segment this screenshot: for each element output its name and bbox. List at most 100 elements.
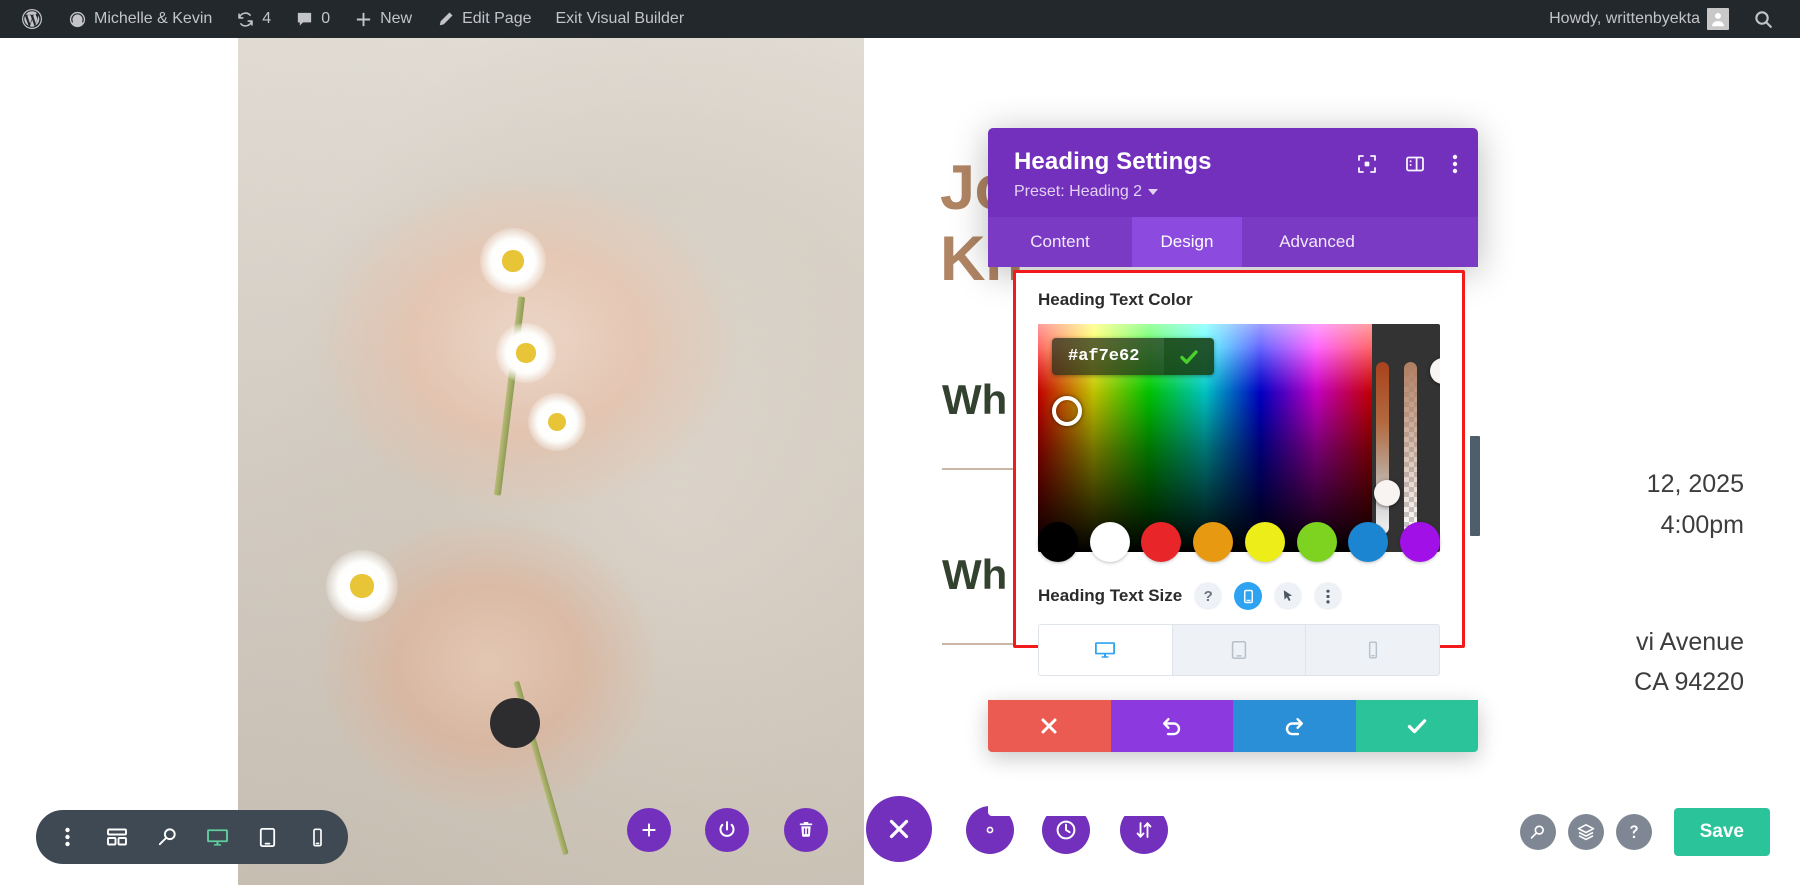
swatch-green[interactable]	[1296, 522, 1337, 562]
color-picker-handle[interactable]	[1052, 396, 1082, 426]
tab-design[interactable]: Design	[1132, 217, 1242, 267]
cancel-button[interactable]	[988, 700, 1111, 752]
cursor-icon	[1284, 590, 1293, 601]
color-picker-saturation-area[interactable]: #af7e62	[1038, 324, 1372, 552]
hue-slider-knob[interactable]	[1374, 480, 1400, 506]
comments-menu[interactable]: 0	[283, 0, 342, 38]
help-button[interactable]	[1615, 814, 1652, 850]
wireframe-view-icon[interactable]	[94, 814, 140, 860]
site-name-menu[interactable]: Michelle & Kevin	[56, 0, 224, 38]
device-phone[interactable]	[1306, 625, 1439, 675]
swatch-white[interactable]	[1089, 522, 1130, 562]
new-content-label: New	[380, 10, 413, 27]
zoom-out-view-icon[interactable]	[144, 814, 190, 860]
preset-label: Preset: Heading 2	[1014, 183, 1143, 200]
hex-confirm-button[interactable]	[1164, 338, 1214, 375]
device-tabs	[1038, 624, 1440, 676]
heading-text-color-label: Heading Text Color	[1038, 290, 1193, 309]
more-options-icon[interactable]	[44, 814, 90, 860]
wp-admin-bar: Michelle & Kevin 4 0 New Edit Page Exit …	[0, 0, 1800, 38]
save-button[interactable]: Save	[1673, 808, 1770, 856]
photo-shading	[238, 38, 864, 885]
layers-button[interactable]	[1567, 814, 1604, 850]
save-settings-button[interactable]	[1355, 700, 1478, 752]
edit-page-link[interactable]: Edit Page	[424, 0, 543, 38]
hue-slider[interactable]	[1374, 362, 1400, 534]
more-options-icon[interactable]	[1452, 153, 1458, 175]
more-button[interactable]	[1314, 582, 1343, 610]
focus-module-icon[interactable]	[1356, 153, 1378, 175]
event-street: vi Avenue	[1636, 628, 1744, 656]
undo-button[interactable]	[1110, 700, 1233, 752]
my-account-menu[interactable]: Howdy, writtenbyekta	[1537, 0, 1741, 38]
swatch-blue[interactable]	[1348, 522, 1389, 562]
checkmark-icon	[1407, 719, 1426, 734]
exit-visual-builder-link[interactable]: Exit Visual Builder	[544, 0, 697, 38]
tablet-view-icon[interactable]	[244, 814, 290, 860]
comments-count: 0	[321, 10, 331, 27]
close-menu-button[interactable]	[866, 796, 932, 862]
device-desktop[interactable]	[1039, 625, 1173, 675]
builder-view-toolbar	[36, 810, 348, 864]
more-options-icon	[1326, 589, 1330, 603]
revisions-menu[interactable]: 4	[224, 0, 283, 38]
add-module-button[interactable]	[627, 808, 671, 852]
chevron-down-icon	[1148, 189, 1159, 195]
wedding-ring	[490, 698, 540, 748]
redo-icon	[1286, 718, 1304, 736]
alpha-slider[interactable]	[1404, 358, 1440, 534]
swatch-black[interactable]	[1038, 522, 1078, 562]
swatch-purple[interactable]	[1399, 522, 1440, 562]
hex-input-group[interactable]: #af7e62	[1052, 338, 1214, 375]
heading-settings-modal: Heading Settings Preset: Heading 2 Conte…	[988, 128, 1478, 816]
desktop-view-icon[interactable]	[194, 814, 240, 860]
desktop-icon	[1095, 642, 1116, 658]
hover-button[interactable]	[1274, 582, 1303, 610]
avatar	[1707, 8, 1729, 30]
tablet-icon	[1231, 640, 1247, 660]
pencil-icon	[436, 10, 455, 29]
swatch-orange[interactable]	[1193, 522, 1234, 562]
help-button[interactable]: ?	[1194, 582, 1223, 610]
wp-logo-menu[interactable]	[8, 0, 56, 38]
toggle-builder-button[interactable]	[705, 808, 749, 852]
alpha-slider-knob[interactable]	[1430, 358, 1440, 384]
hex-input[interactable]: #af7e62	[1052, 338, 1164, 375]
color-picker[interactable]: #af7e62	[1038, 324, 1440, 552]
preset-selector[interactable]: Preset: Heading 2	[1014, 183, 1456, 201]
delete-button[interactable]	[784, 808, 828, 852]
dashboard-icon	[68, 10, 87, 29]
event-time: 4:00pm	[1660, 511, 1744, 539]
new-content-menu[interactable]: New	[342, 0, 424, 38]
phone-view-icon[interactable]	[294, 814, 340, 860]
tab-advanced[interactable]: Advanced	[1242, 217, 1392, 267]
revisions-icon	[236, 10, 255, 29]
comments-icon	[295, 10, 314, 29]
swatch-yellow[interactable]	[1244, 522, 1285, 562]
modal-tabs: Content Design Advanced	[988, 217, 1478, 267]
page-canvas: Jo e Kn Wh Wh 12, 2025 4:00pm vi Avenue …	[0, 38, 1800, 885]
checkmark-icon	[1180, 349, 1198, 364]
layers-icon	[1577, 824, 1594, 841]
admin-bar-search-button[interactable]	[1741, 0, 1786, 38]
phone-icon	[1368, 641, 1377, 659]
color-swatches	[1038, 522, 1440, 562]
screen: Michelle & Kevin 4 0 New Edit Page Exit …	[0, 0, 1800, 885]
event-citystate: CA 94220	[1634, 668, 1744, 696]
search-button[interactable]	[1519, 814, 1556, 850]
plus-icon	[354, 10, 373, 29]
hero-photo	[238, 38, 864, 885]
undo-icon	[1162, 718, 1180, 736]
device-tablet[interactable]	[1173, 625, 1307, 675]
tab-content[interactable]: Content	[988, 217, 1132, 267]
admin-bar-left: Michelle & Kevin 4 0 New Edit Page Exit …	[0, 0, 696, 38]
panel-layout-icon[interactable]	[1404, 153, 1426, 175]
redo-button[interactable]	[1233, 700, 1356, 752]
responsive-button[interactable]	[1234, 582, 1263, 610]
modal-action-bar	[988, 700, 1478, 752]
section-heading-1: Wh	[942, 376, 1008, 423]
help-icon	[1629, 825, 1638, 839]
exit-visual-builder-label: Exit Visual Builder	[555, 10, 685, 27]
swatch-red[interactable]	[1141, 522, 1182, 562]
search-icon	[1753, 9, 1774, 30]
